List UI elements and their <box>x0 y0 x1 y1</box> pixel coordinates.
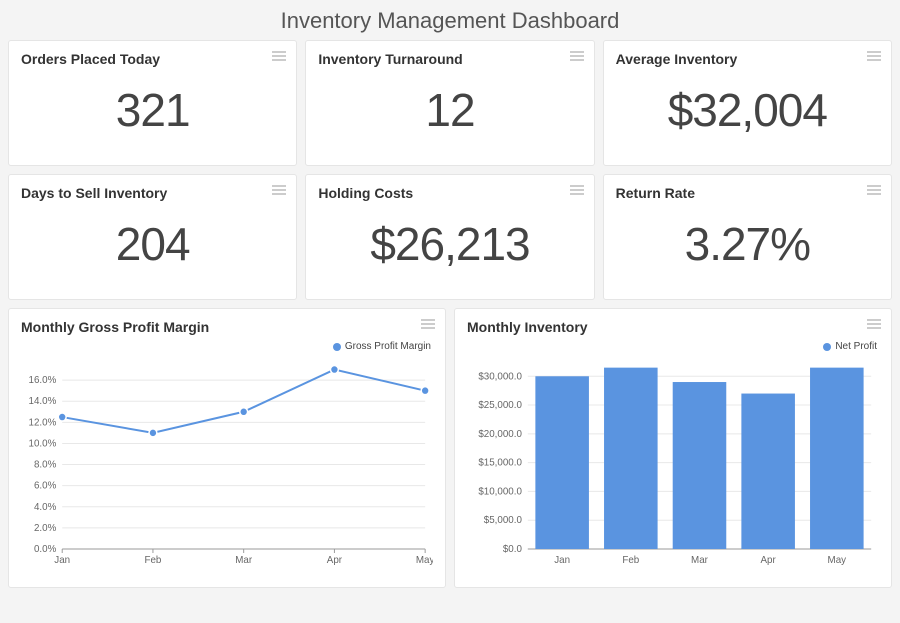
svg-text:Feb: Feb <box>622 555 639 566</box>
kpi-label: Holding Costs <box>318 185 581 201</box>
kpi-average-inventory: Average Inventory $32,004 <box>603 40 892 166</box>
hamburger-icon[interactable] <box>570 51 584 61</box>
svg-text:12.0%: 12.0% <box>29 417 57 428</box>
svg-text:May: May <box>416 555 433 566</box>
hamburger-icon[interactable] <box>421 319 435 329</box>
svg-text:Mar: Mar <box>691 555 709 566</box>
line-chart-card: Monthly Gross Profit Margin Gross Profit… <box>8 308 446 588</box>
svg-text:$10,000.0: $10,000.0 <box>478 486 522 497</box>
svg-text:Apr: Apr <box>327 555 343 566</box>
svg-text:$20,000.0: $20,000.0 <box>478 429 522 440</box>
svg-text:$0.0: $0.0 <box>503 544 523 555</box>
svg-text:4.0%: 4.0% <box>34 502 57 513</box>
kpi-holding-costs: Holding Costs $26,213 <box>305 174 594 300</box>
hamburger-icon[interactable] <box>867 185 881 195</box>
svg-text:14.0%: 14.0% <box>29 396 57 407</box>
chart-title: Monthly Inventory <box>467 319 879 335</box>
svg-text:$15,000.0: $15,000.0 <box>478 458 522 469</box>
svg-text:6.0%: 6.0% <box>34 481 57 492</box>
kpi-orders-placed-today: Orders Placed Today 321 <box>8 40 297 166</box>
chart-title: Monthly Gross Profit Margin <box>21 319 433 335</box>
kpi-value: 321 <box>21 73 284 155</box>
kpi-return-rate: Return Rate 3.27% <box>603 174 892 300</box>
chart-row: Monthly Gross Profit Margin Gross Profit… <box>0 300 900 596</box>
svg-text:$30,000.0: $30,000.0 <box>478 371 522 382</box>
hamburger-icon[interactable] <box>867 319 881 329</box>
kpi-label: Inventory Turnaround <box>318 51 581 67</box>
svg-text:$5,000.0: $5,000.0 <box>484 515 523 526</box>
page-title: Inventory Management Dashboard <box>0 0 900 40</box>
svg-text:16.0%: 16.0% <box>29 375 57 386</box>
svg-text:Mar: Mar <box>235 555 253 566</box>
svg-text:$25,000.0: $25,000.0 <box>478 400 522 411</box>
kpi-value: $26,213 <box>318 207 581 289</box>
svg-text:Feb: Feb <box>144 555 161 566</box>
hamburger-icon[interactable] <box>570 185 584 195</box>
kpi-label: Return Rate <box>616 185 879 201</box>
bar-chart-card: Monthly Inventory Net Profit $0.0$5,000.… <box>454 308 892 588</box>
hamburger-icon[interactable] <box>272 185 286 195</box>
svg-text:Jan: Jan <box>54 555 70 566</box>
kpi-value: 3.27% <box>616 207 879 289</box>
svg-text:Apr: Apr <box>761 555 777 566</box>
kpi-label: Average Inventory <box>616 51 879 67</box>
bar-chart: $0.0 $5,000.0 $10,000.0 $15,000.0 $20,000.0 $… <box>467 339 879 569</box>
kpi-grid: Orders Placed Today 321 Inventory Turnar… <box>0 40 900 300</box>
kpi-days-to-sell: Days to Sell Inventory 204 <box>8 174 297 300</box>
kpi-value: 204 <box>21 207 284 289</box>
line-chart: 0.0% 2.0% 4.0% 6.0% 8.0% 10.0% 12.0% 14.0% 16.0%… <box>21 339 433 569</box>
kpi-label: Days to Sell Inventory <box>21 185 284 201</box>
hamburger-icon[interactable] <box>867 51 881 61</box>
kpi-inventory-turnaround: Inventory Turnaround 12 <box>305 40 594 166</box>
hamburger-icon[interactable] <box>272 51 286 61</box>
kpi-value: 12 <box>318 73 581 155</box>
svg-text:Jan: Jan <box>554 555 570 566</box>
svg-text:10.0%: 10.0% <box>29 438 57 449</box>
kpi-label: Orders Placed Today <box>21 51 284 67</box>
svg-text:0.0%: 0.0% <box>34 544 57 555</box>
kpi-value: $32,004 <box>616 73 879 155</box>
svg-text:2.0%: 2.0% <box>34 523 57 534</box>
svg-text:8.0%: 8.0% <box>34 459 57 470</box>
svg-text:May: May <box>828 555 847 566</box>
